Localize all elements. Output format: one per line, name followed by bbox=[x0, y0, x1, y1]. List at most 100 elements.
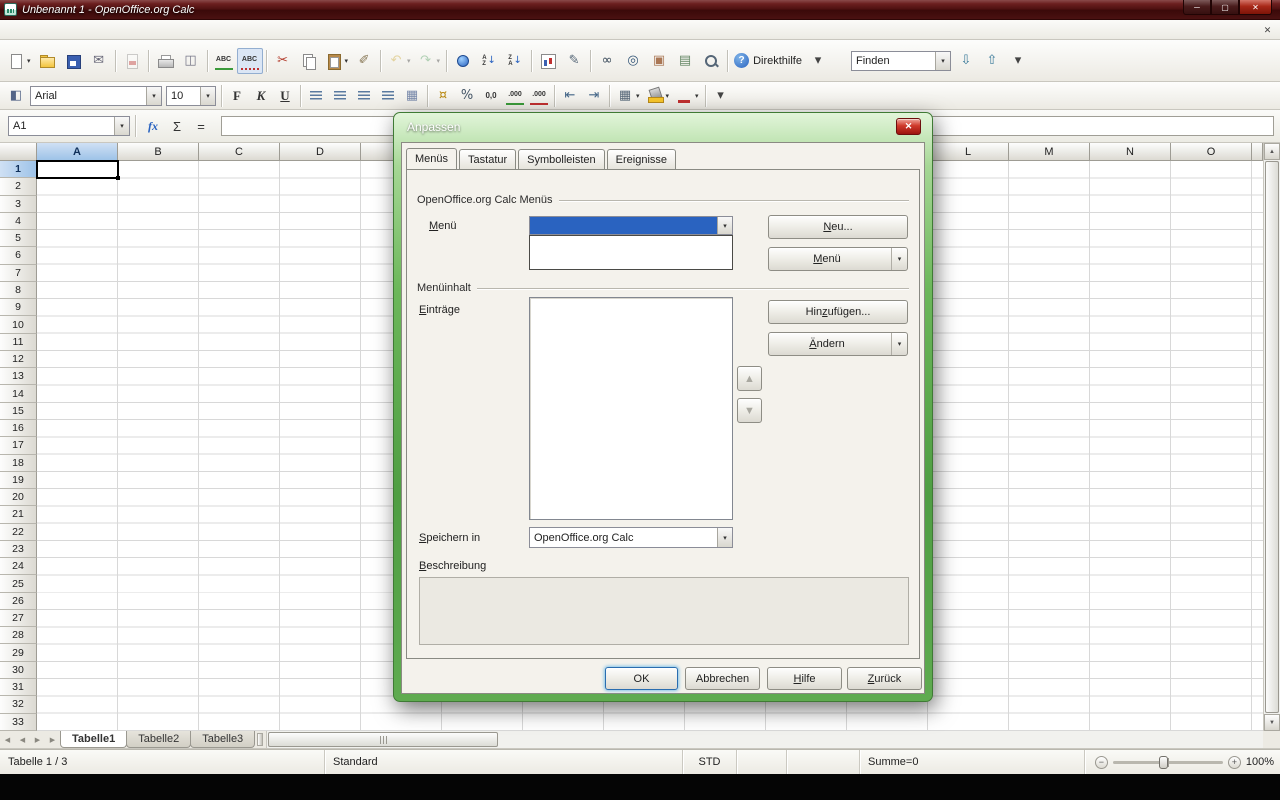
row-header-15[interactable]: 15 bbox=[0, 403, 37, 420]
sheet-tab-tabelle1[interactable]: Tabelle1 bbox=[60, 731, 127, 748]
dialog-tab-tastatur[interactable]: Tastatur bbox=[459, 149, 516, 169]
row-header-22[interactable]: 22 bbox=[0, 524, 37, 541]
column-header-l[interactable]: L bbox=[928, 143, 1009, 161]
new-menu-button[interactable]: Neu... bbox=[768, 215, 908, 239]
back-button[interactable]: Zurück bbox=[847, 667, 922, 690]
number-format-percent-button[interactable]: % bbox=[455, 85, 479, 107]
undo-button[interactable]: ↶▾ bbox=[384, 48, 414, 74]
row-header-16[interactable]: 16 bbox=[0, 420, 37, 437]
row-header-23[interactable]: 23 bbox=[0, 541, 37, 558]
maximize-button[interactable]: ▢ bbox=[1211, 0, 1239, 15]
merge-cells-button[interactable]: ▦ bbox=[400, 85, 424, 107]
modify-dropdown[interactable]: ▾ bbox=[891, 333, 907, 355]
cancel-button[interactable]: Abbrechen bbox=[685, 667, 760, 690]
find-combo[interactable]: Finden▾ bbox=[851, 51, 951, 71]
background-color-button[interactable]: ▾ bbox=[643, 85, 673, 107]
row-header-18[interactable]: 18 bbox=[0, 455, 37, 472]
row-header-9[interactable]: 9 bbox=[0, 299, 37, 316]
row-header-21[interactable]: 21 bbox=[0, 506, 37, 523]
vertical-scrollbar-thumb[interactable] bbox=[1265, 161, 1279, 713]
new-document-button[interactable]: ▾ bbox=[4, 48, 34, 74]
styles-window-button[interactable]: ◧ bbox=[4, 85, 28, 107]
row-header-7[interactable]: 7 bbox=[0, 265, 37, 282]
document-as-email-button[interactable]: ✉ bbox=[86, 48, 112, 74]
select-all-corner[interactable] bbox=[0, 143, 37, 161]
show-draw-functions-button[interactable]: ✎ bbox=[561, 48, 587, 74]
row-header-14[interactable]: 14 bbox=[0, 385, 37, 402]
save-in-dropdown[interactable]: ▾ bbox=[717, 528, 732, 547]
export-pdf-button[interactable] bbox=[119, 48, 145, 74]
row-header-4[interactable]: 4 bbox=[0, 213, 37, 230]
align-center-button[interactable] bbox=[328, 85, 352, 107]
delete-decimal-button[interactable]: .000 bbox=[527, 85, 551, 107]
print-button[interactable] bbox=[152, 48, 178, 74]
format-paintbrush-button[interactable]: ✐ bbox=[351, 48, 377, 74]
row-header-17[interactable]: 17 bbox=[0, 437, 37, 454]
save-in-combobox[interactable]: OpenOffice.org Calc ▾ bbox=[529, 527, 733, 548]
next-sheet-button[interactable]: ▶ bbox=[30, 731, 45, 748]
sheet-tab-tabelle3[interactable]: Tabelle3 bbox=[190, 731, 255, 748]
save-button[interactable] bbox=[60, 48, 86, 74]
increase-indent-button[interactable]: ⇥ bbox=[582, 85, 606, 107]
borders-dropdown[interactable]: ▾ bbox=[636, 92, 640, 100]
row-header-24[interactable]: 24 bbox=[0, 558, 37, 575]
menu-combobox-dropdown[interactable]: ▾ bbox=[717, 217, 732, 234]
font-name-combo[interactable]: Arial▾ bbox=[30, 86, 162, 106]
row-header-25[interactable]: 25 bbox=[0, 575, 37, 592]
vertical-scrollbar[interactable]: ▲ ▼ bbox=[1263, 143, 1280, 731]
name-box-dropdown[interactable]: ▾ bbox=[114, 117, 129, 135]
zoom-button[interactable] bbox=[698, 48, 724, 74]
entries-listbox[interactable] bbox=[529, 297, 733, 520]
row-header-20[interactable]: 20 bbox=[0, 489, 37, 506]
copy-button[interactable] bbox=[296, 48, 322, 74]
page-preview-button[interactable]: ◫ bbox=[178, 48, 204, 74]
find-replace-button[interactable]: ∞ bbox=[594, 48, 620, 74]
decrease-indent-button[interactable]: ⇤ bbox=[558, 85, 582, 107]
tab-splitter[interactable] bbox=[257, 733, 263, 746]
move-down-button[interactable]: ▼ bbox=[737, 398, 762, 423]
row-header-5[interactable]: 5 bbox=[0, 230, 37, 247]
borders-button[interactable]: ▦▾ bbox=[613, 85, 643, 107]
dialog-tab-ereignisse[interactable]: Ereignisse bbox=[607, 149, 676, 169]
underline-button[interactable]: U bbox=[273, 85, 297, 107]
function-wizard-button[interactable]: fx bbox=[141, 115, 165, 137]
italic-button[interactable]: K bbox=[249, 85, 273, 107]
scroll-up-button[interactable]: ▲ bbox=[1264, 143, 1280, 160]
insert-chart-button[interactable] bbox=[535, 48, 561, 74]
menu-actions-dropdown[interactable]: ▾ bbox=[891, 248, 907, 270]
find-previous-button[interactable]: ⇧ bbox=[979, 48, 1005, 74]
ok-button[interactable]: OK bbox=[605, 667, 678, 690]
column-header-c[interactable]: C bbox=[199, 143, 280, 161]
zoom-in-button[interactable]: + bbox=[1228, 756, 1241, 769]
number-format-standard-button[interactable]: 0,0 bbox=[479, 85, 503, 107]
toolbar-more-standard-button[interactable]: ▾ bbox=[1005, 48, 1031, 74]
find-combo-dropdown[interactable]: ▾ bbox=[935, 52, 950, 70]
redo-button[interactable]: ↷▾ bbox=[414, 48, 444, 74]
background-color-dropdown[interactable]: ▾ bbox=[666, 92, 670, 100]
row-header-27[interactable]: 27 bbox=[0, 610, 37, 627]
menu-combobox[interactable]: ▾ bbox=[529, 216, 733, 235]
row-header-30[interactable]: 30 bbox=[0, 662, 37, 679]
find-next-button[interactable]: ⇩ bbox=[953, 48, 979, 74]
align-right-button[interactable] bbox=[352, 85, 376, 107]
font-size-combo-dropdown[interactable]: ▾ bbox=[200, 87, 215, 105]
zoom-out-button[interactable]: − bbox=[1095, 756, 1108, 769]
close-button[interactable]: ✕ bbox=[1239, 0, 1272, 15]
paste-dropdown[interactable]: ▾ bbox=[345, 57, 349, 65]
spellcheck-button[interactable]: ABC bbox=[211, 48, 237, 74]
horizontal-scrollbar-thumb[interactable] bbox=[268, 732, 498, 747]
row-header-6[interactable]: 6 bbox=[0, 247, 37, 264]
column-header-d[interactable]: D bbox=[280, 143, 361, 161]
sort-ascending-button[interactable]: A Z↓ bbox=[476, 48, 502, 74]
scroll-down-button[interactable]: ▼ bbox=[1264, 714, 1280, 731]
previous-sheet-button[interactable]: ◀ bbox=[15, 731, 30, 748]
column-header-o[interactable]: O bbox=[1171, 143, 1252, 161]
help-more-button[interactable]: ▾ bbox=[805, 48, 831, 74]
sum-button[interactable]: Σ bbox=[165, 115, 189, 137]
data-sources-button[interactable]: ▤ bbox=[672, 48, 698, 74]
help-button[interactable]: Hilfe bbox=[767, 667, 842, 690]
add-decimal-button[interactable]: .000 bbox=[503, 85, 527, 107]
align-left-button[interactable] bbox=[304, 85, 328, 107]
last-sheet-button[interactable]: ▶ bbox=[45, 731, 60, 748]
horizontal-scrollbar[interactable] bbox=[266, 731, 1263, 748]
